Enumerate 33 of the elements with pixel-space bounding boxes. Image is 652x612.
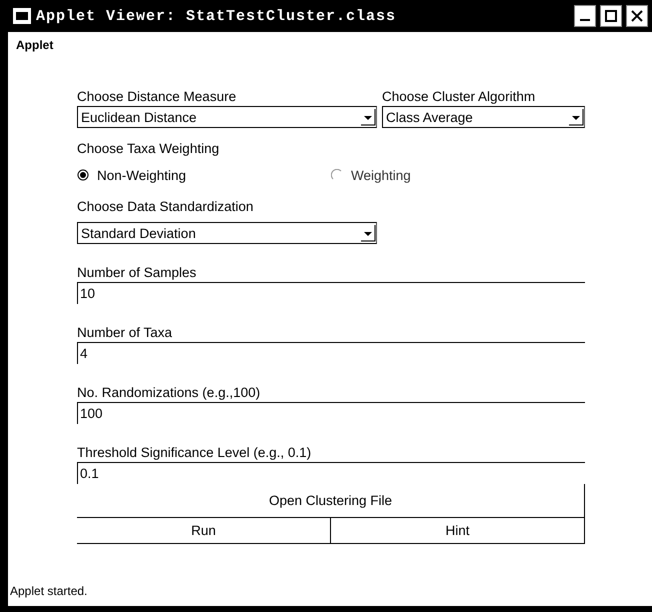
field-label: Threshold Significance Level (e.g., 0.1) xyxy=(77,444,312,462)
radio-option[interactable]: Non-Weighting xyxy=(77,168,331,182)
algorithm-dropdown[interactable]: Class Average xyxy=(382,106,585,128)
caret-icon xyxy=(360,224,376,242)
minimize-icon xyxy=(580,19,590,21)
distance-dropdown[interactable]: Euclidean Distance xyxy=(77,106,377,128)
field-label: Choose Distance Measure xyxy=(77,88,238,106)
field-label: Choose Cluster Algorithm xyxy=(382,88,536,106)
field-label: Choose Taxa Weighting xyxy=(77,140,220,158)
menu-item[interactable]: Applet xyxy=(16,32,54,52)
input-field[interactable]: 100 xyxy=(77,402,585,424)
open-file-button[interactable]: Open Clustering File xyxy=(77,484,585,518)
maximize-icon xyxy=(604,9,618,23)
input-field[interactable]: 10 xyxy=(77,282,585,304)
field-label: No. Randomizations (e.g.,100) xyxy=(77,384,262,402)
maximize-button[interactable] xyxy=(600,5,622,27)
applet-icon xyxy=(12,6,32,26)
run-button[interactable]: Run xyxy=(77,518,331,544)
input-field[interactable]: 0.1 xyxy=(77,462,585,484)
input-field[interactable]: 4 xyxy=(77,342,585,364)
hint-button[interactable]: Hint xyxy=(331,518,585,544)
minimize-button[interactable] xyxy=(574,5,596,27)
radio-option[interactable]: Weighting xyxy=(331,168,585,182)
close-button[interactable] xyxy=(626,5,648,27)
field-label: Number of Taxa xyxy=(77,324,174,342)
caret-icon xyxy=(360,108,376,126)
caret-icon xyxy=(568,108,584,126)
window-title: Applet Viewer: StatTestCluster.class xyxy=(36,8,398,24)
status-text: Applet started. xyxy=(9,584,88,600)
close-icon xyxy=(630,9,644,23)
field-label: Choose Data Standardization xyxy=(77,198,254,216)
standardization-dropdown[interactable]: Standard Deviation xyxy=(77,222,377,244)
field-label: Number of Samples xyxy=(77,264,198,282)
